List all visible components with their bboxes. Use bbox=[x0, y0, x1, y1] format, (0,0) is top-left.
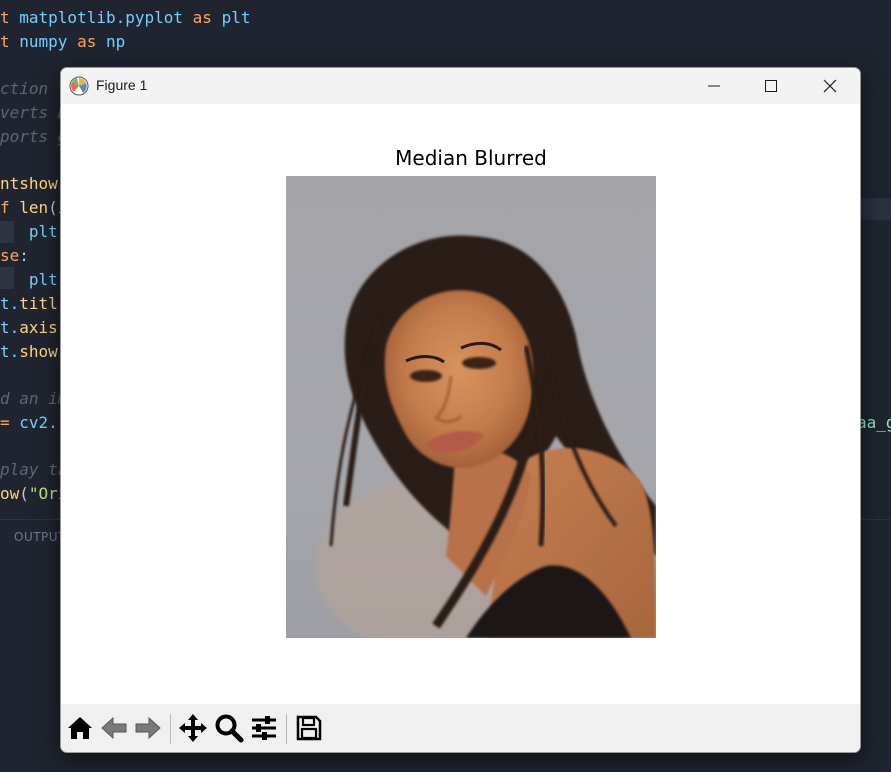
code-line: = cv2. bbox=[0, 411, 58, 435]
code-token: t bbox=[0, 32, 20, 51]
code-fragment-right: aa_g bbox=[857, 413, 891, 432]
code-line: t.axis bbox=[0, 316, 58, 340]
code-token: ports g bbox=[0, 127, 68, 146]
code-line: plt. bbox=[0, 220, 68, 244]
code-token: titl bbox=[19, 294, 58, 313]
code-token: as bbox=[67, 32, 106, 51]
code-token: t. bbox=[0, 318, 20, 337]
code-line: t.titl bbox=[0, 292, 58, 316]
code-token: matplotlib.pyplot bbox=[19, 8, 184, 27]
pan-button[interactable] bbox=[177, 712, 209, 744]
code-token: verts B bbox=[0, 103, 68, 122]
forward-icon bbox=[135, 716, 161, 740]
code-token: t bbox=[0, 8, 20, 27]
code-token: = bbox=[0, 413, 20, 432]
figure-canvas[interactable]: Median Blurred bbox=[61, 104, 860, 704]
code-token: d an im bbox=[0, 389, 68, 408]
figure-toolbar bbox=[61, 704, 860, 752]
close-icon bbox=[823, 79, 837, 93]
maximize-button[interactable] bbox=[748, 68, 794, 104]
zoom-button[interactable] bbox=[213, 712, 245, 744]
code-token: : bbox=[19, 246, 29, 265]
code-token: se bbox=[0, 246, 20, 265]
home-button[interactable] bbox=[64, 712, 96, 744]
minimize-button[interactable] bbox=[691, 68, 737, 104]
code-token: axis bbox=[19, 318, 58, 337]
current-line-highlight bbox=[856, 198, 891, 220]
output-panel-tab[interactable]: OUTPUT bbox=[14, 530, 66, 544]
toolbar-separator bbox=[170, 714, 171, 744]
code-token: plt bbox=[221, 8, 251, 27]
close-button[interactable] bbox=[807, 68, 853, 104]
code-token: ow bbox=[0, 484, 20, 503]
code-line: plt. bbox=[0, 268, 68, 292]
save-button[interactable] bbox=[293, 712, 325, 744]
plot-title: Median Blurred bbox=[395, 146, 547, 170]
code-token: np bbox=[105, 32, 126, 51]
code-line: ports g bbox=[0, 125, 67, 149]
forward-button[interactable] bbox=[132, 712, 164, 744]
code-line: t matplotlib.pyplot as plt bbox=[0, 6, 250, 30]
back-icon bbox=[101, 716, 127, 740]
save-icon bbox=[296, 715, 322, 741]
home-icon bbox=[68, 717, 92, 739]
code-token: ( bbox=[19, 484, 29, 503]
configure-subplots-button[interactable] bbox=[248, 712, 280, 744]
code-token: numpy bbox=[19, 32, 68, 51]
window-title: Figure 1 bbox=[96, 77, 148, 93]
blurred-photo-image bbox=[286, 176, 656, 638]
code-line: play th bbox=[0, 458, 67, 482]
figure-window: Figure 1 Median Blurred bbox=[60, 67, 861, 753]
code-token: len bbox=[19, 198, 49, 217]
code-line: verts B bbox=[0, 101, 67, 125]
code-token: cv2. bbox=[19, 413, 58, 432]
code-token: f bbox=[0, 198, 20, 217]
code-token: t. bbox=[0, 342, 20, 361]
code-token: play th bbox=[0, 460, 68, 479]
code-token: as bbox=[183, 8, 222, 27]
configure-subplots-icon bbox=[252, 716, 276, 740]
code-token: show bbox=[19, 342, 58, 361]
window-titlebar[interactable]: Figure 1 bbox=[61, 68, 860, 104]
code-line: se: bbox=[0, 244, 29, 268]
code-line: t numpy as np bbox=[0, 30, 125, 54]
code-line: t.show bbox=[0, 340, 58, 364]
zoom-icon bbox=[215, 714, 244, 743]
code-token: t. bbox=[0, 294, 20, 313]
code-token: ntshow( bbox=[0, 174, 68, 193]
code-line: f len(i bbox=[0, 196, 67, 220]
minimize-icon bbox=[708, 85, 720, 87]
code-line: ow("Ori bbox=[0, 482, 67, 506]
code-line: d an im bbox=[0, 387, 67, 411]
code-line: ntshow( bbox=[0, 172, 67, 196]
code-token: ction t bbox=[0, 79, 68, 98]
toolbar-separator bbox=[286, 714, 287, 744]
pan-icon bbox=[179, 714, 207, 742]
maximize-icon bbox=[765, 80, 777, 92]
code-line: ction t bbox=[0, 77, 67, 101]
back-button[interactable] bbox=[98, 712, 130, 744]
matplotlib-logo-icon bbox=[69, 76, 89, 96]
